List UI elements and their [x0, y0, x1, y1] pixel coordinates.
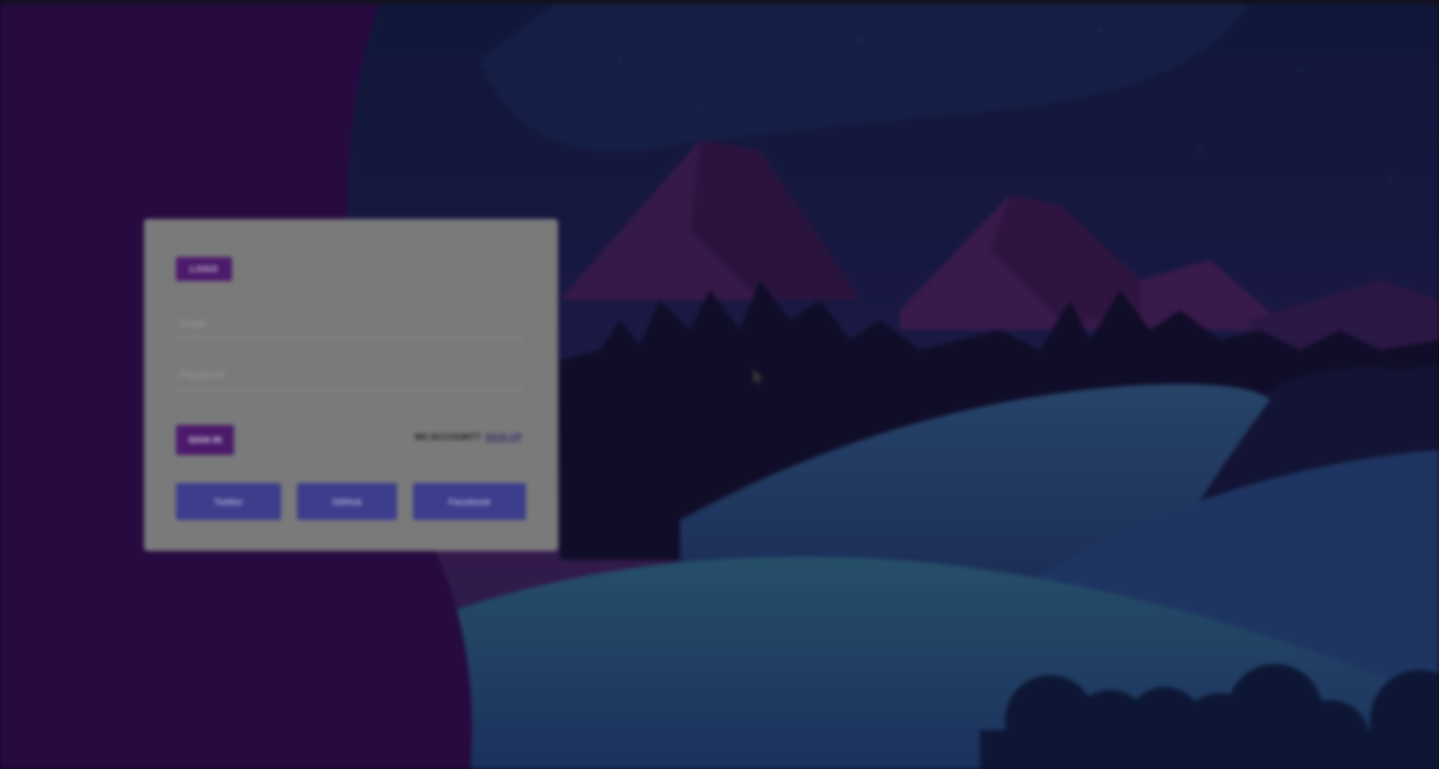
login-card: LOGO SIGN IN NO ACCOUNT?SIGN UP Twitter …	[144, 219, 558, 551]
mouse-cursor-icon	[752, 368, 764, 386]
sign-up-link[interactable]: SIGN UP	[485, 432, 522, 442]
twitter-login-button[interactable]: Twitter	[176, 483, 281, 520]
facebook-login-button[interactable]: Facebook	[413, 483, 526, 520]
account-prompt-text: NO ACCOUNT?	[414, 432, 481, 442]
sign-in-button[interactable]: SIGN IN	[176, 425, 234, 455]
screen: LOGO SIGN IN NO ACCOUNT?SIGN UP Twitter …	[0, 0, 1439, 769]
account-prompt-row: NO ACCOUNT? SIGN UP	[415, 432, 522, 442]
logo: LOGO	[176, 257, 232, 281]
email-field[interactable]	[176, 311, 524, 339]
password-field[interactable]	[176, 362, 524, 390]
window-top-bar	[0, 0, 1439, 4]
github-login-button[interactable]: GitHub	[297, 483, 397, 520]
